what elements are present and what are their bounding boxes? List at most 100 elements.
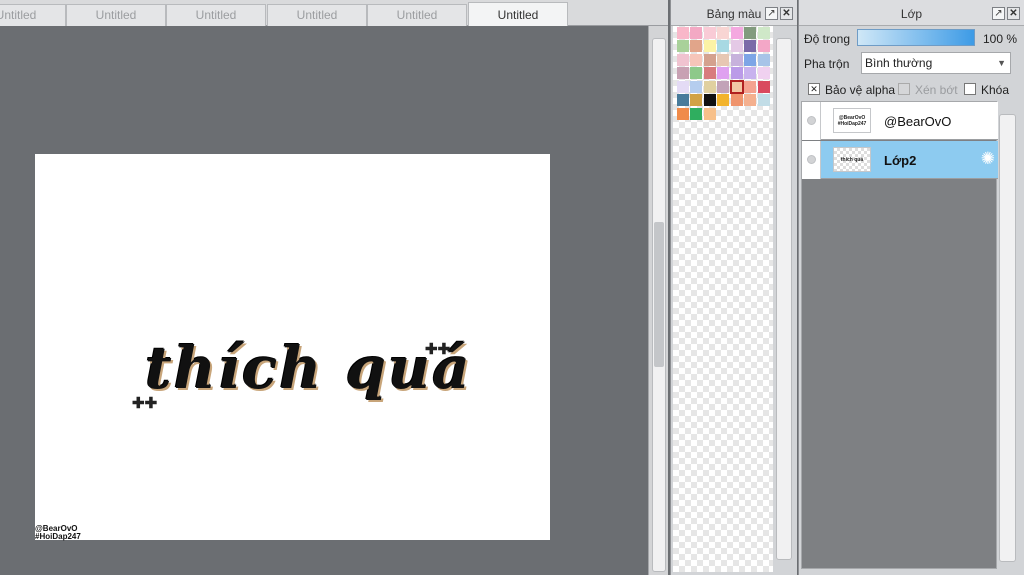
palette-area[interactable] (673, 26, 773, 572)
color-swatch[interactable] (690, 80, 703, 93)
canvas-vertical-scrollbar[interactable] (648, 26, 668, 575)
color-swatch[interactable] (757, 67, 770, 80)
scrollbar-thumb[interactable] (654, 222, 664, 367)
color-swatch[interactable] (703, 40, 716, 53)
opacity-label: Độ trong (804, 32, 851, 46)
color-swatch[interactable] (717, 80, 730, 93)
color-swatch[interactable] (744, 94, 757, 107)
color-swatch[interactable] (703, 107, 716, 120)
panel-header: Bảng màu ↗ ✕ (671, 0, 797, 26)
blend-mode-label: Pha trộn (804, 57, 850, 71)
color-swatch[interactable] (690, 53, 703, 66)
close-icon[interactable]: ✕ (780, 7, 793, 20)
color-swatch[interactable] (757, 40, 770, 53)
color-swatch[interactable] (676, 67, 689, 80)
color-swatch[interactable] (717, 94, 730, 107)
opacity-slider[interactable] (857, 29, 975, 46)
document-tab[interactable]: Untitled (0, 4, 66, 26)
scrollbar-track[interactable] (652, 38, 666, 572)
protect-alpha-label: Bảo vệ alpha (825, 83, 896, 97)
layer-thumbnail: thích quá (833, 147, 871, 172)
artwork-text: thích quá (145, 334, 472, 402)
drawing-canvas[interactable]: thích quá ✚✚ ✚✚ @BearOvO #HoiDap247 (35, 154, 550, 541)
document-tab[interactable]: Untitled (267, 4, 367, 26)
blend-mode-select[interactable]: Bình thường ▼ (861, 52, 1011, 74)
eye-icon (807, 116, 816, 125)
color-swatch[interactable] (730, 53, 743, 66)
sparkle-icon: ✚✚ (425, 341, 451, 358)
gear-icon[interactable]: ✺ (981, 150, 995, 168)
lock-label: Khóa (981, 83, 1010, 97)
chevron-down-icon: ▼ (997, 58, 1006, 68)
color-swatch[interactable] (744, 80, 757, 93)
color-swatch[interactable] (757, 94, 770, 107)
color-swatch[interactable] (703, 26, 716, 39)
color-swatch[interactable] (676, 94, 689, 107)
color-swatch[interactable] (730, 94, 743, 107)
canvas-workspace[interactable]: thích quá ✚✚ ✚✚ @BearOvO #HoiDap247 (0, 26, 648, 575)
layer-thumbnail: @BearOvO #HoiDap247 (833, 108, 871, 133)
clipping-label: Xén bớt (915, 83, 958, 97)
color-swatch[interactable] (717, 53, 730, 66)
color-swatch[interactable] (744, 53, 757, 66)
undock-icon[interactable]: ↗ (992, 7, 1005, 20)
thumbnail-text: thích quá (840, 157, 864, 163)
document-tab[interactable]: Untitled (367, 4, 467, 26)
color-swatch[interactable] (690, 26, 703, 39)
palette-scrollbar[interactable] (776, 38, 792, 560)
color-swatch[interactable] (676, 107, 689, 120)
color-swatch[interactable] (757, 53, 770, 66)
color-swatch[interactable] (676, 40, 689, 53)
visibility-toggle[interactable] (802, 102, 821, 140)
color-swatch[interactable] (676, 80, 689, 93)
protect-alpha-checkbox[interactable]: ✕ (808, 83, 820, 95)
color-swatch[interactable] (690, 40, 703, 53)
color-swatch[interactable] (676, 53, 689, 66)
color-swatch[interactable] (744, 40, 757, 53)
thumbnail-text: #HoiDap247 (837, 121, 867, 127)
color-swatch[interactable] (729, 79, 744, 94)
color-swatch[interactable] (676, 26, 689, 39)
artwork-word: quá (345, 334, 472, 402)
color-swatch[interactable] (757, 80, 770, 93)
opacity-value: 100 % (983, 32, 1018, 46)
clipping-checkbox[interactable] (898, 83, 910, 95)
color-swatch[interactable] (744, 26, 757, 39)
color-swatch[interactable] (703, 80, 716, 93)
color-swatch[interactable] (717, 67, 730, 80)
layer-list-scrollbar[interactable] (999, 114, 1016, 562)
color-swatch[interactable] (690, 94, 703, 107)
layer-panel: Lớp ↗ ✕ Độ trong 100 % Pha trộn Bình thư… (798, 0, 1024, 575)
sparkle-icon: ✚✚ (132, 395, 158, 412)
color-swatch[interactable] (703, 53, 716, 66)
color-swatch[interactable] (730, 26, 743, 39)
layer-row[interactable]: @BearOvO #HoiDap247 @BearOvO (802, 102, 998, 140)
color-swatch[interactable] (690, 107, 703, 120)
layer-name: @BearOvO (884, 114, 952, 129)
color-swatch[interactable] (690, 67, 703, 80)
close-icon[interactable]: ✕ (1007, 7, 1020, 20)
lock-checkbox[interactable] (964, 83, 976, 95)
color-swatch[interactable] (717, 40, 730, 53)
layer-row-selected[interactable]: thích quá Lớp2 ✺ (802, 141, 998, 179)
panel-title: Bảng màu (706, 7, 762, 21)
undock-icon[interactable]: ↗ (765, 7, 778, 20)
color-swatch[interactable] (744, 67, 757, 80)
panel-header: Lớp ↗ ✕ (799, 0, 1024, 26)
watermark-line: #HoiDap247 (35, 532, 81, 541)
color-swatch[interactable] (703, 67, 716, 80)
eye-icon (807, 155, 816, 164)
panel-title: Lớp (900, 7, 923, 21)
document-tab-active[interactable]: Untitled (468, 2, 568, 26)
layer-list: @BearOvO #HoiDap247 @BearOvO thích quá L… (801, 101, 998, 569)
color-swatch[interactable] (757, 26, 770, 39)
color-swatch[interactable] (703, 94, 716, 107)
color-swatch[interactable] (730, 67, 743, 80)
document-tab[interactable]: Untitled (66, 4, 166, 26)
color-swatch[interactable] (717, 26, 730, 39)
color-swatch[interactable] (730, 40, 743, 53)
document-tab-bar: Untitled Untitled Untitled Untitled Unti… (0, 0, 668, 26)
visibility-toggle[interactable] (802, 141, 821, 179)
document-tab[interactable]: Untitled (166, 4, 266, 26)
artwork-word: thích (145, 334, 324, 402)
